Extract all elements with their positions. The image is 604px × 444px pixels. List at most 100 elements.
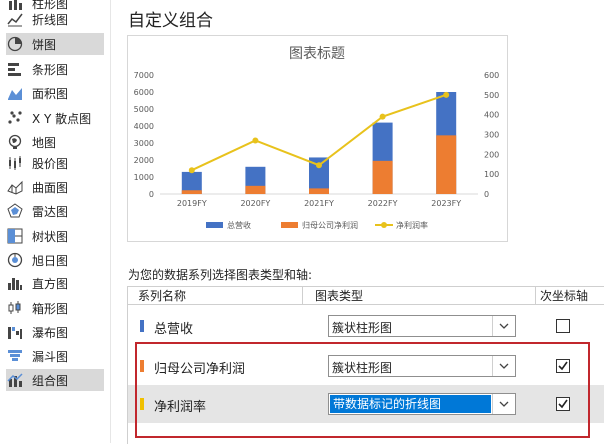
- y-tick-label: 7000: [134, 71, 154, 80]
- sidebar-item-combo-chart[interactable]: 组合图: [6, 369, 104, 391]
- chart-type-dropdown[interactable]: 带数据标记的折线图: [328, 393, 516, 415]
- sidebar-item-label: 漏斗图: [32, 349, 69, 364]
- sidebar-item-bar-chart[interactable]: 条形图: [6, 58, 104, 80]
- sidebar-item-stock-chart[interactable]: 股价图: [6, 152, 104, 174]
- legend-marker: [381, 222, 387, 228]
- treemap-chart-icon: [6, 228, 24, 244]
- line-marker: [188, 167, 195, 174]
- chart-type-dropdown[interactable]: 簇状柱形图: [328, 315, 516, 337]
- sidebar-item-histogram-chart[interactable]: 直方图: [6, 272, 104, 294]
- bar-net-profit: [372, 160, 393, 194]
- series-color-swatch: [140, 320, 144, 332]
- sidebar-item-surface-chart[interactable]: 曲面图: [6, 176, 104, 198]
- series-row[interactable]: 净利润率 带数据标记的折线图: [128, 385, 604, 423]
- page-title: 自定义组合: [128, 11, 213, 31]
- secondary-axis-checkbox[interactable]: [556, 359, 570, 373]
- series-name: 总营收: [154, 322, 194, 337]
- bar-net-profit: [436, 135, 457, 194]
- y-tick-label: 6000: [134, 88, 154, 97]
- histogram-chart-icon: [6, 275, 24, 291]
- series-color-swatch: [140, 360, 144, 372]
- chevron-down-icon[interactable]: [492, 316, 515, 336]
- sidebar-item-box-whisker-chart[interactable]: 箱形图: [6, 297, 104, 319]
- legend-label: 净利润率: [396, 220, 428, 230]
- y-tick-label: 3000: [134, 139, 154, 148]
- y2-tick-label: 0: [484, 190, 489, 199]
- chart-type-value: 带数据标记的折线图: [330, 395, 491, 413]
- y2-tick-label: 300: [484, 131, 499, 140]
- y2-tick-label: 400: [484, 111, 499, 120]
- map-chart-icon: [6, 134, 24, 150]
- sidebar-item-area-chart[interactable]: 面积图: [6, 82, 104, 104]
- series-name: 归母公司净利润: [154, 362, 246, 377]
- series-row[interactable]: 总营收 簇状柱形图: [128, 307, 604, 345]
- chart-svg: 图表标题 0 1000 2000 3000 4000 5000 6000 7000 0 100 200…: [134, 46, 500, 230]
- sidebar-item-label: 箱形图: [32, 301, 69, 316]
- legend-swatch: [206, 222, 223, 228]
- sidebar-item-label: 折线图: [32, 12, 69, 27]
- line-marker: [443, 91, 450, 98]
- sidebar-item-funnel-chart[interactable]: 漏斗图: [6, 345, 104, 367]
- sidebar-item-label: 股价图: [32, 156, 69, 171]
- y2-tick-label: 200: [484, 150, 499, 159]
- sidebar-item-treemap-chart[interactable]: 树状图: [6, 225, 104, 247]
- bar-chart-icon: [6, 61, 24, 77]
- sidebar-item-radar-chart[interactable]: 雷达图: [6, 200, 104, 222]
- legend-swatch: [281, 222, 298, 228]
- sidebar-item-label: X Y 散点图: [32, 111, 92, 126]
- stock-chart-icon: [6, 155, 24, 171]
- waterfall-chart-icon: [6, 324, 24, 340]
- sidebar-item-label: 树状图: [32, 229, 69, 244]
- radar-chart-icon: [6, 203, 24, 219]
- sidebar-item-label: 瀑布图: [32, 325, 69, 340]
- legend-label: 归母公司净利润: [302, 220, 358, 230]
- x-tick-label: 2023FY: [431, 199, 461, 208]
- sidebar-item-scatter-chart[interactable]: X Y 散点图: [6, 107, 104, 129]
- chart-type-sidebar: 柱形图 折线图 饼图 条形图 面积图 X Y 散点图 地图 股价图 曲面图 雷达图 树状图 旭日图 直方…: [0, 0, 111, 443]
- sidebar-item-label: 组合图: [32, 373, 69, 388]
- sidebar-item-label: 直方图: [32, 276, 69, 291]
- chevron-down-icon[interactable]: [492, 356, 515, 376]
- chart-type-dropdown[interactable]: 簇状柱形图: [328, 355, 516, 377]
- series-row[interactable]: 归母公司净利润 簇状柱形图: [128, 347, 604, 385]
- line-marker: [379, 113, 386, 120]
- surface-chart-icon: [6, 179, 24, 195]
- pie-chart-icon: [6, 36, 24, 52]
- chart-title: 图表标题: [289, 46, 345, 62]
- sidebar-item-label: 饼图: [32, 37, 57, 52]
- sunburst-chart-icon: [6, 252, 24, 268]
- series-instructions: 为您的数据系列选择图表类型和轴:: [128, 268, 313, 282]
- y2-tick-label: 500: [484, 91, 499, 100]
- box-whisker-chart-icon: [6, 300, 24, 316]
- x-tick-label: 2019FY: [177, 199, 207, 208]
- bar-net-profit: [309, 188, 329, 194]
- legend-label: 总营收: [227, 220, 251, 230]
- line-chart-icon: [6, 11, 24, 27]
- secondary-axis-checkbox[interactable]: [556, 397, 570, 411]
- sidebar-item-label: 地图: [32, 135, 57, 150]
- y-tick-label: 0: [149, 190, 154, 199]
- sidebar-item-waterfall-chart[interactable]: 瀑布图: [6, 321, 104, 343]
- sidebar-item-pie-chart[interactable]: 饼图: [6, 33, 104, 55]
- bar-net-profit: [245, 185, 266, 194]
- sidebar-item-label: 面积图: [32, 86, 69, 101]
- chevron-down-icon[interactable]: [492, 394, 515, 414]
- sidebar-item-sunburst-chart[interactable]: 旭日图: [6, 249, 104, 271]
- line-marker: [316, 162, 322, 169]
- series-name: 净利润率: [154, 400, 207, 415]
- x-tick-label: 2021FY: [304, 199, 334, 208]
- checkmark-icon: [558, 399, 568, 409]
- y-tick-label: 5000: [134, 105, 154, 114]
- header-series-name: 系列名称: [128, 287, 303, 305]
- y2-tick-label: 600: [484, 71, 499, 80]
- chart-preview: 图表标题 0 1000 2000 3000 4000 5000 6000 7000 0 100 200…: [127, 35, 508, 242]
- chart-type-value: 簇状柱形图: [332, 361, 393, 375]
- sidebar-item-line-chart[interactable]: 折线图: [6, 8, 104, 30]
- y2-tick-label: 100: [484, 170, 499, 179]
- checkmark-icon: [558, 361, 568, 371]
- secondary-axis-checkbox[interactable]: [556, 319, 570, 333]
- x-tick-label: 2020FY: [240, 199, 270, 208]
- header-secondary-axis: 次坐标轴: [536, 287, 604, 305]
- y-tick-label: 2000: [134, 156, 154, 165]
- sidebar-item-map-chart[interactable]: 地图: [6, 131, 104, 153]
